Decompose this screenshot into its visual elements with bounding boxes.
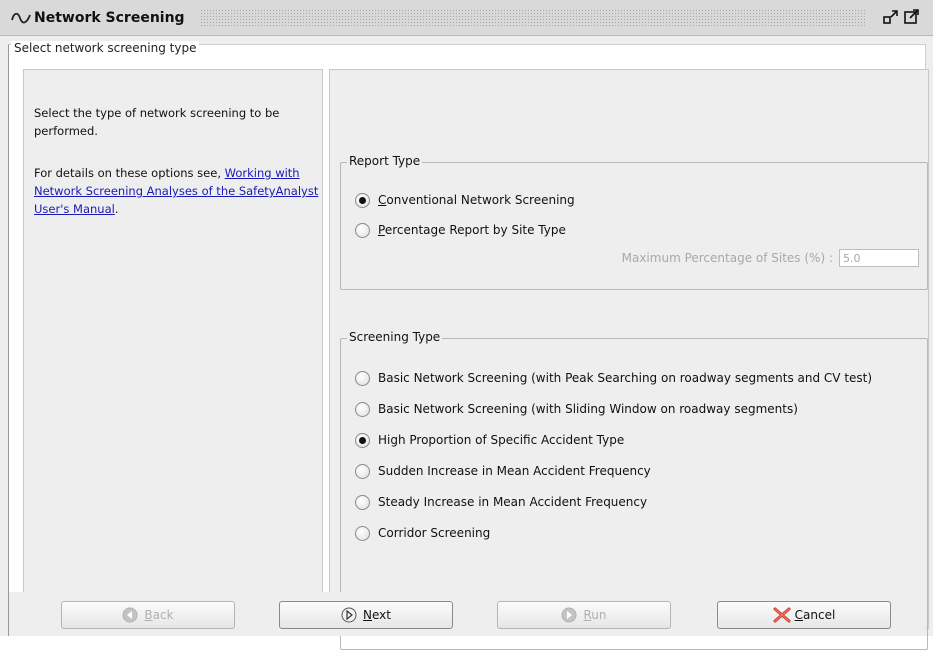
radio-sudden-increase[interactable]: Sudden Increase in Mean Accident Frequen… <box>355 462 651 480</box>
radio-button[interactable] <box>355 463 370 479</box>
radio-basic-sliding-window[interactable]: Basic Network Screening (with Sliding Wi… <box>355 400 798 418</box>
button-bar: Back Next Run Cancel <box>8 592 926 636</box>
maximize-window-icon[interactable] <box>904 9 920 25</box>
wave-icon <box>10 9 32 27</box>
radio-button[interactable] <box>355 401 370 417</box>
title-group: Network Screening <box>10 8 191 28</box>
help-intro: Select the type of network screening to … <box>34 106 280 138</box>
max-percentage-label: Maximum Percentage of Sites (%) : <box>621 251 833 265</box>
max-percentage-row: Maximum Percentage of Sites (%) : <box>603 248 919 268</box>
back-arrow-icon <box>122 607 138 623</box>
radio-label-rest: ercentage Report by Site Type <box>384 223 566 237</box>
back-label: Back <box>144 608 173 622</box>
run-label-rest: un <box>591 608 607 622</box>
radio-label: High Proportion of Specific Accident Typ… <box>378 433 625 447</box>
window-title: Network Screening <box>34 10 185 26</box>
radio-high-proportion-accident-type[interactable]: High Proportion of Specific Accident Typ… <box>355 431 624 449</box>
radio-basic-peak-searching[interactable]: Basic Network Screening (with Peak Searc… <box>355 369 872 387</box>
radio-label: Sudden Increase in Mean Accident Frequen… <box>378 464 651 478</box>
red-x-icon <box>773 607 791 623</box>
max-percentage-input[interactable] <box>839 249 919 267</box>
back-label-rest: ack <box>152 608 174 622</box>
radio-label-rest: onventional Network Screening <box>386 193 575 207</box>
radio-label: Basic Network Screening (with Peak Searc… <box>378 371 873 385</box>
radio-label: Conventional Network Screening <box>378 193 575 207</box>
radio-button[interactable] <box>355 494 370 510</box>
restore-window-icon[interactable] <box>883 9 899 25</box>
mnemonic-letter: N <box>363 608 372 622</box>
section-legend: Select network screening type <box>11 41 200 55</box>
screening-type-section: Select network screening type Select the… <box>8 41 929 650</box>
radio-steady-increase[interactable]: Steady Increase in Mean Accident Frequen… <box>355 493 647 511</box>
title-bar-texture <box>200 9 865 27</box>
radio-button-selected[interactable] <box>355 192 370 208</box>
report-type-legend: Report Type <box>347 154 423 168</box>
back-button[interactable]: Back <box>61 601 235 629</box>
title-bar[interactable]: Network Screening <box>0 0 933 36</box>
mnemonic-letter: B <box>144 608 153 622</box>
help-details-prefix: For details on these options see, <box>34 166 225 180</box>
next-arrow-icon <box>341 607 357 623</box>
cancel-label: Cancel <box>795 608 836 622</box>
next-label: Next <box>363 608 391 622</box>
report-type-group: Report Type Conventional Network Screeni… <box>340 154 928 290</box>
network-screening-window: Network Screening Select network screeni… <box>0 0 933 650</box>
radio-label: Percentage Report by Site Type <box>378 223 566 237</box>
screening-type-legend: Screening Type <box>347 330 443 344</box>
help-panel: Select the type of network screening to … <box>23 69 323 619</box>
radio-corridor-screening[interactable]: Corridor Screening <box>355 524 490 542</box>
radio-percentage-report-by-site-type[interactable]: Percentage Report by Site Type <box>355 221 566 239</box>
radio-button-selected[interactable] <box>355 432 370 448</box>
radio-button[interactable] <box>355 525 370 541</box>
radio-label: Corridor Screening <box>378 526 491 540</box>
help-details: For details on these options see, Workin… <box>34 164 319 218</box>
next-button[interactable]: Next <box>279 601 453 629</box>
radio-label: Basic Network Screening (with Sliding Wi… <box>378 402 798 416</box>
cancel-label-rest: ancel <box>803 608 836 622</box>
help-details-suffix: . <box>114 202 119 216</box>
radio-button[interactable] <box>355 222 370 238</box>
run-button[interactable]: Run <box>497 601 671 629</box>
cancel-button[interactable]: Cancel <box>717 601 891 629</box>
run-icon <box>561 607 577 623</box>
next-label-rest: ext <box>372 608 391 622</box>
radio-conventional-network-screening[interactable]: Conventional Network Screening <box>355 191 575 209</box>
radio-button[interactable] <box>355 370 370 386</box>
mnemonic-letter: P <box>378 223 385 237</box>
options-panel: Report Type Conventional Network Screeni… <box>329 69 929 650</box>
mnemonic-letter: C <box>794 608 804 622</box>
radio-label: Steady Increase in Mean Accident Frequen… <box>378 495 648 509</box>
run-label: Run <box>583 608 606 622</box>
